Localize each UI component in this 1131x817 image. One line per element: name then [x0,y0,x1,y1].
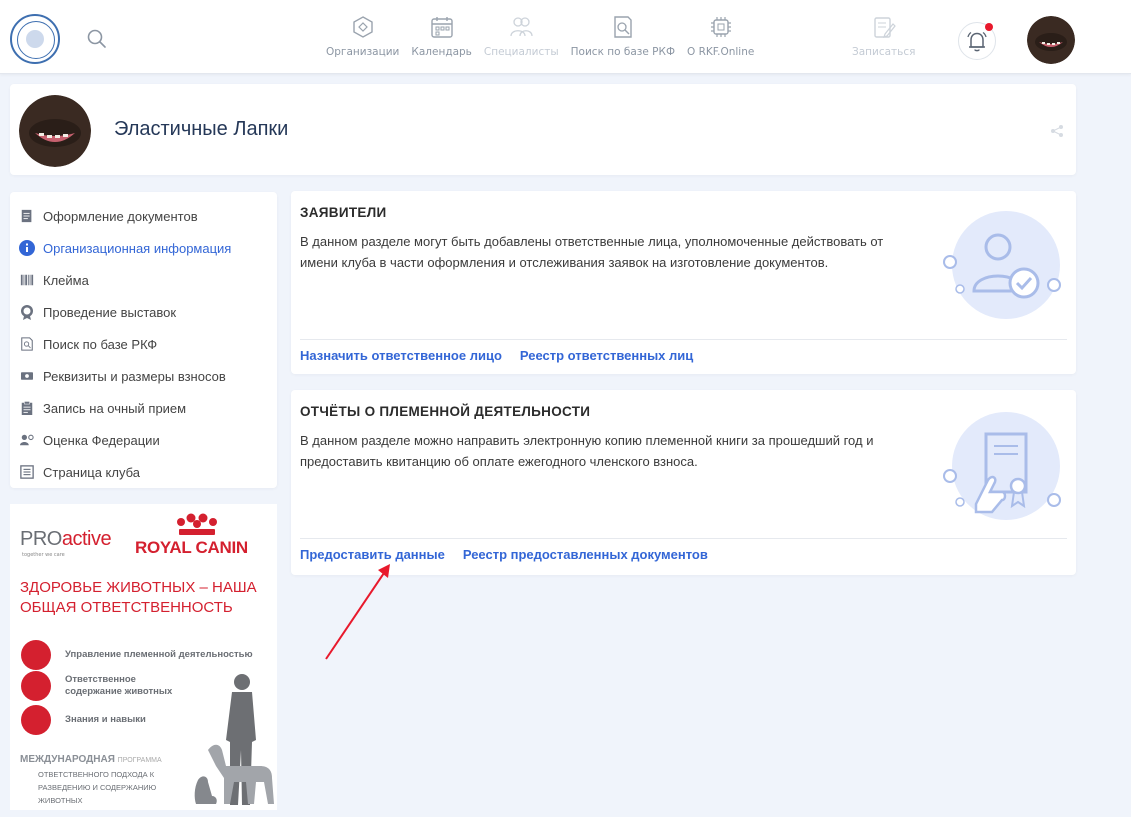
database-search-icon [19,336,35,352]
sidebar-item-club-page[interactable]: Страница клуба [10,456,277,488]
share-icon[interactable] [1050,124,1064,138]
sidebar-item-appointment[interactable]: Запись на очный прием [10,392,277,424]
ad-row: Управление племенной деятельностью [21,640,253,670]
nav-item-organizations[interactable]: Организации [320,14,405,64]
barcode-icon [19,272,35,288]
ad-row: Ответственное содержание животных [21,671,181,701]
money-icon [19,368,35,384]
royal-canin-ad-banner[interactable]: PROactive together we care ROYAL CANIN З… [10,504,277,810]
ad-program-subtitle: ОТВЕТСТВЕННОГО ПОДХОДА К РАЗВЕДЕНИЮ И СО… [38,770,157,805]
organizations-icon [352,16,373,38]
pet-care-icon [21,671,51,701]
rating-icon [19,432,35,448]
club-avatar [19,95,91,167]
sidebar-item-label: Организационная информация [43,240,232,256]
rkf-logo[interactable] [10,14,60,64]
page-icon [19,464,35,480]
nav-item-specialists[interactable]: Специалисты [478,14,565,64]
responsible-persons-registry-link[interactable]: Реестр ответственных лиц [520,348,693,363]
knowledge-icon [21,705,51,735]
nav-item-about[interactable]: О RKF.Online [681,14,760,64]
search-icon[interactable] [86,28,108,50]
section-description: В данном разделе могут быть добавлены от… [300,234,884,270]
profile-header: Эластичные Лапки [10,84,1076,175]
sidebar-item-fees[interactable]: Реквизиты и размеры взносов [10,360,277,392]
notification-dot [985,23,993,31]
ad-program-title: МЕЖДУНАРОДНАЯ ПРОГРАММА [20,754,162,765]
nav-label: Поиск по базе РКФ [570,46,675,58]
dog-avatar-image [19,95,91,167]
section-description: В данном разделе можно направить электро… [300,433,874,469]
section-links: Предоставить данные Реестр предоставленн… [300,547,726,562]
ad-row: Знания и навыки [21,705,146,735]
signup-label: Записаться [852,46,916,58]
sidebar-item-label: Проведение выставок [43,304,177,320]
sidebar-item-documents[interactable]: Оформление документов [10,200,277,232]
main-nav: Организации Календарь Специалисты Поиск … [320,14,760,64]
sidebar-item-org-info[interactable]: Организационная информация [10,232,277,264]
sidebar-item-label: Запись на очный прием [43,400,187,416]
sidebar-item-brands[interactable]: Клейма [10,264,277,296]
section-divider [300,538,1067,539]
dog-avatar-image [1027,16,1075,64]
ad-headline: ЗДОРОВЬЕ ЖИВОТНЫХ – НАША ОБЩАЯ ОТВЕТСТВЕ… [20,579,257,616]
specialists-icon [510,17,533,37]
calendar-icon [430,17,453,38]
nav-label: Специалисты [483,46,559,58]
medal-icon [19,304,35,320]
user-avatar[interactable] [1027,16,1075,64]
royal-canin-crown-icon [177,513,217,535]
document-icon [19,208,35,224]
nav-item-calendar[interactable]: Календарь [405,14,477,64]
person-and-dogs-illustration [194,674,274,805]
signup-button[interactable]: Записаться [852,14,915,58]
proactive-logo: PROactive [20,528,112,550]
nav-label: Календарь [411,46,472,58]
nav-label: Организации [326,46,400,58]
submit-data-link[interactable]: Предоставить данные [300,547,445,562]
nav-label: О RKF.Online [687,46,755,58]
breeding-reports-section: ОТЧЁТЫ О ПЛЕМЕННОЙ ДЕЯТЕЛЬНОСТИ В данном… [291,390,1076,575]
sidebar-item-label: Поиск по базе РКФ [43,336,158,352]
applicants-section: ЗАЯВИТЕЛИ В данном разделе могут быть до… [291,191,1076,374]
sidebar-item-label: Оформление документов [43,208,198,224]
section-divider [300,339,1067,340]
sidebar-menu: Оформление документов Организационная ин… [10,192,277,488]
sidebar-item-label: Оценка Федерации [43,432,160,448]
database-search-icon [614,16,632,38]
assign-responsible-person-link[interactable]: Назначить ответственное лицо [300,348,502,363]
clipboard-icon [19,400,35,416]
royal-canin-wordmark: ROYAL CANIN [135,538,248,557]
section-links: Назначить ответственное лицо Реестр отве… [300,348,711,363]
edit-form-icon [874,17,896,38]
nav-item-database-search[interactable]: Поиск по базе РКФ [565,14,681,64]
chip-icon [710,17,731,37]
submitted-documents-registry-link[interactable]: Реестр предоставленных документов [463,547,708,562]
sidebar-item-label: Клейма [43,272,89,288]
breeding-icon [21,640,51,670]
sidebar-item-label: Реквизиты и размеры взносов [43,368,226,384]
section-title: ЗАЯВИТЕЛИ [300,205,387,220]
top-bar: Организации Календарь Специалисты Поиск … [0,0,1131,74]
club-name: Эластичные Лапки [114,118,289,140]
certificate-icon [943,412,1061,520]
sidebar-item-federation-rating[interactable]: Оценка Федерации [10,424,277,456]
sidebar-item-database-search[interactable]: Поиск по базе РКФ [10,328,277,360]
info-icon [19,240,35,256]
annotation-arrow-icon [325,564,390,660]
proactive-tagline: together we care [22,552,65,558]
section-title: ОТЧЁТЫ О ПЛЕМЕННОЙ ДЕЯТЕЛЬНОСТИ [300,404,591,419]
user-check-icon [943,211,1061,319]
notifications-button[interactable] [958,22,996,60]
sidebar-item-label: Страница клуба [43,464,140,480]
sidebar-item-exhibitions[interactable]: Проведение выставок [10,296,277,328]
